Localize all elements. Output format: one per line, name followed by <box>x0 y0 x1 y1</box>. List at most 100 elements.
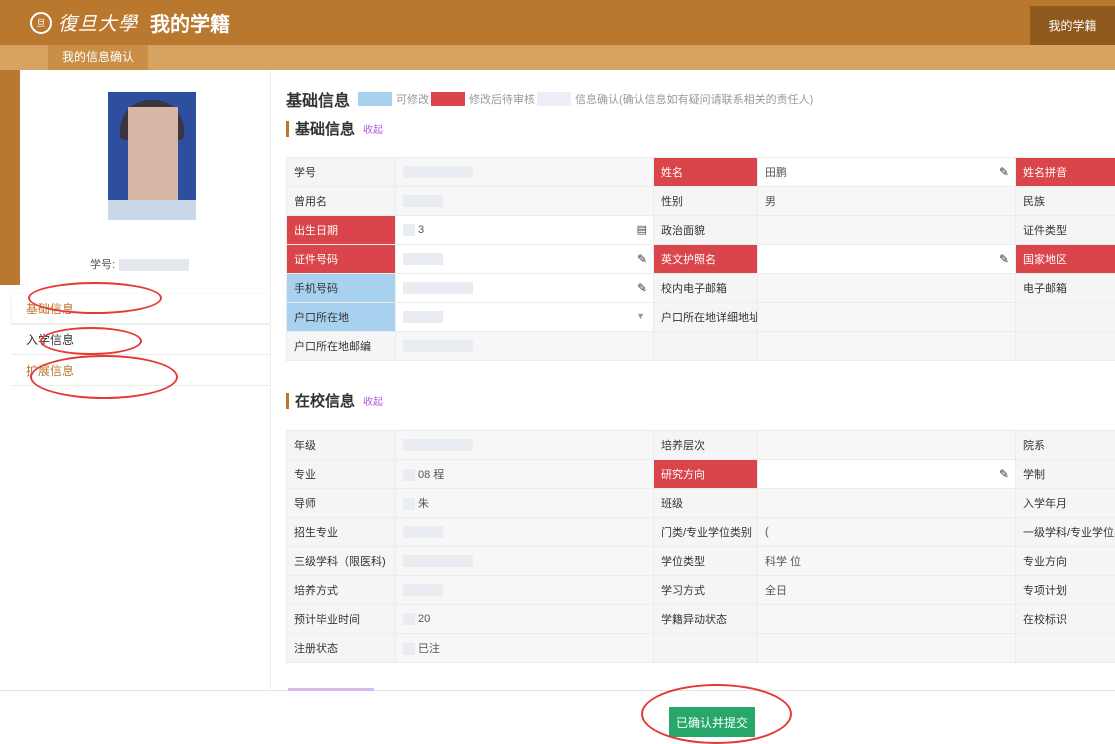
field-value <box>396 187 654 216</box>
section-school-header: 在校信息 收起 <box>286 390 383 411</box>
field-label: 培养层次 <box>654 431 758 460</box>
table-row: 户口所在地▼户口所在地详细地址 <box>287 303 1115 332</box>
field-value <box>758 216 1016 245</box>
field-label: 校内电子邮箱 <box>654 274 758 303</box>
field-value[interactable]: ▼ <box>396 303 654 332</box>
field-value: 08 程 <box>396 460 654 489</box>
field-label: 户口所在地 <box>287 303 396 332</box>
field-label: 注册状态 <box>287 634 396 663</box>
legend: 基础信息 可修改 修改后待审核 信息确认(确认信息如有疑问请联系相关的责任人) <box>286 87 813 111</box>
field-label: 电子邮箱 <box>1016 274 1115 303</box>
field-label: 学籍异动状态 <box>654 605 758 634</box>
field-value[interactable]: 田鹏✎ <box>758 158 1016 187</box>
field-label: 一级学科/专业学位类别 <box>1016 518 1115 547</box>
field-label: 曾用名 <box>287 187 396 216</box>
edit-pencil-icon[interactable]: ✎ <box>999 252 1009 266</box>
field-value <box>396 332 654 361</box>
app-title: 我的学籍 <box>150 8 230 37</box>
edit-pencil-icon[interactable]: ✎ <box>999 165 1009 179</box>
field-value: ( <box>758 518 1016 547</box>
field-value <box>396 547 654 576</box>
field-label: 门类/专业学位类别 <box>654 518 758 547</box>
student-number: 学号: <box>90 256 189 272</box>
field-label: 证件号码 <box>287 245 396 274</box>
legend-swatch-editable <box>358 92 392 106</box>
field-value[interactable]: ✎ <box>758 245 1016 274</box>
field-value <box>758 431 1016 460</box>
field-value[interactable]: ✎ <box>396 245 654 274</box>
table-row: 手机号码 ✎ 校内电子邮箱 电子邮箱 <box>287 274 1115 303</box>
field-value: 男 <box>758 187 1016 216</box>
field-label <box>654 634 758 663</box>
left-accent-strip <box>0 70 20 285</box>
field-label: 国家地区 <box>1016 245 1115 274</box>
field-label: 招生专业 <box>287 518 396 547</box>
legend-swatch-confirm <box>537 92 571 106</box>
collapse-link[interactable]: 收起 <box>363 121 383 136</box>
field-label: 院系 <box>1016 431 1115 460</box>
field-value: 全日 <box>758 576 1016 605</box>
basic-info-table: 学号姓名田鹏✎姓名拼音曾用名性别男民族出生日期3▤政治面貌证件类型证件号码✎英文… <box>286 157 1115 361</box>
edit-pencil-icon[interactable]: ✎ <box>999 467 1009 481</box>
nav-basic-info[interactable]: 基础信息 <box>12 294 270 324</box>
confirm-submit-button[interactable]: 已确认并提交 <box>669 707 755 737</box>
table-row: 培养方式学习方式全日专项计划 <box>287 576 1115 605</box>
sub-bar <box>0 45 1115 70</box>
field-label: 证件类型 <box>1016 216 1115 245</box>
field-label: 班级 <box>654 489 758 518</box>
chevron-down-icon[interactable]: ▼ <box>636 311 645 321</box>
field-value <box>758 489 1016 518</box>
field-label: 导师 <box>287 489 396 518</box>
section-title: 在校信息 <box>295 390 355 411</box>
field-label <box>1016 332 1115 361</box>
brand: 旦 復旦大學 我的学籍 <box>30 0 230 45</box>
field-value <box>758 332 1016 361</box>
field-label: 学习方式 <box>654 576 758 605</box>
field-label: 学制 <box>1016 460 1115 489</box>
field-value[interactable]: ✎ <box>758 460 1016 489</box>
legend-swatch-pending <box>431 92 465 106</box>
school-info-table: 年级培养层次院系专业08 程研究方向✎学制导师朱班级入学年月招生专业门类/专业学… <box>286 430 1115 663</box>
table-row: 出生日期3▤政治面貌证件类型 <box>287 216 1115 245</box>
field-label: 年级 <box>287 431 396 460</box>
field-value: 20 <box>396 605 654 634</box>
section-title: 基础信息 <box>295 118 355 139</box>
table-row: 导师朱班级入学年月 <box>287 489 1115 518</box>
field-label: 姓名拼音 <box>1016 158 1115 187</box>
field-value <box>758 605 1016 634</box>
calendar-icon[interactable]: ▤ <box>637 223 647 236</box>
table-row: 证件号码✎英文护照名✎国家地区 <box>287 245 1115 274</box>
field-label: 手机号码 <box>287 274 396 303</box>
table-row: 专业08 程研究方向✎学制 <box>287 460 1115 489</box>
edit-pencil-icon[interactable]: ✎ <box>637 281 647 295</box>
field-label: 预计毕业时间 <box>287 605 396 634</box>
field-label: 三级学科（限医科) <box>287 547 396 576</box>
field-label: 专项计划 <box>1016 576 1115 605</box>
collapse-link[interactable]: 收起 <box>363 393 383 408</box>
tab-my-status[interactable]: 我的学籍 <box>1030 6 1115 45</box>
avatar <box>108 92 196 220</box>
field-label <box>654 332 758 361</box>
field-value <box>758 274 1016 303</box>
main-content: 基础信息 可修改 修改后待审核 信息确认(确认信息如有疑问请联系相关的责任人) … <box>270 70 1115 690</box>
edit-pencil-icon[interactable]: ✎ <box>637 252 647 266</box>
table-row: 户口所在地邮编 <box>287 332 1115 361</box>
field-value[interactable]: 3▤ <box>396 216 654 245</box>
field-value <box>396 518 654 547</box>
field-label: 专业 <box>287 460 396 489</box>
nav-extended-info[interactable]: 扩展信息 <box>12 356 270 386</box>
section-basic-header: 基础信息 收起 <box>286 118 383 139</box>
table-row: 三级学科（限医科)学位类型科学 位专业方向 <box>287 547 1115 576</box>
field-label: 政治面貌 <box>654 216 758 245</box>
university-seal-icon: 旦 <box>30 12 52 34</box>
field-value: 已注 <box>396 634 654 663</box>
nav-enrollment-info[interactable]: 入学信息 <box>12 325 270 355</box>
field-value <box>396 576 654 605</box>
field-label: 学位类型 <box>654 547 758 576</box>
page-subtitle: 我的信息确认 <box>48 45 148 70</box>
legend-title: 基础信息 <box>286 87 350 111</box>
field-label <box>1016 634 1115 663</box>
field-label: 入学年月 <box>1016 489 1115 518</box>
field-label: 在校标识 <box>1016 605 1115 634</box>
field-value[interactable]: ✎ <box>396 274 654 303</box>
